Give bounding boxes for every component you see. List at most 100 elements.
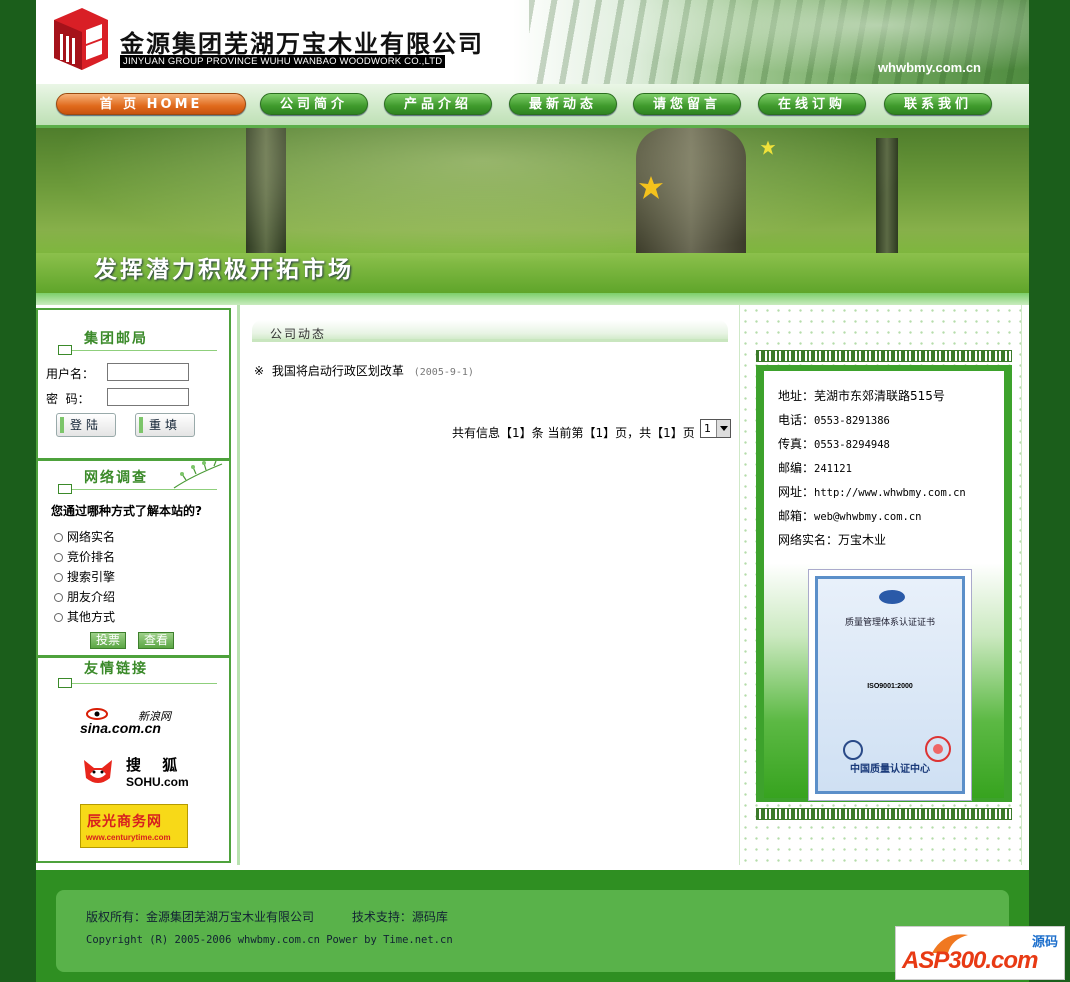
footer-panel: 版权所有：金源集团芜湖万宝木业有限公司 技术支持：源码库 Copyright (… (56, 890, 1009, 972)
radio-icon[interactable] (54, 553, 63, 562)
page: 金源集团芜湖万宝木业有限公司 JINYUAN GROUP PROVINCE WU… (36, 0, 1029, 982)
section-line (72, 350, 217, 351)
survey-option[interactable]: 其他方式 (54, 608, 115, 625)
fax-label: 传真： (778, 437, 815, 451)
news-item-date: (2005-9-1) (413, 367, 474, 378)
news-item-link[interactable]: 我国将启动行政区划改革 (272, 364, 404, 378)
phone-label: 电话： (778, 413, 815, 427)
survey-option[interactable]: 网络实名 (54, 528, 115, 545)
certificate-title: 质量管理体系认证证书 (844, 618, 935, 628)
news-column: 公司动态 ※ 我国将启动行政区划改革 (2005-9-1) 共有信息【1】条 当… (237, 305, 739, 865)
realname-label: 网络实名： (778, 533, 839, 547)
contact-panel: 地址：芜湖市东郊清联路515号 电话：0553-8291386 传真：0553-… (756, 365, 1012, 802)
certificate-standard: ISO9001:2000 (867, 683, 913, 690)
web-link[interactable]: http://www.whwbmy.com.cn (814, 487, 966, 499)
century-url-text: www.centurytime.com (86, 833, 171, 842)
greek-border-top (756, 350, 1012, 362)
web-label: 网址： (778, 485, 815, 499)
contact-zip: 邮编：241121 (778, 459, 852, 476)
section-line (72, 489, 217, 490)
sohu-fox-icon (84, 760, 112, 783)
phone-value: 0553-8291386 (814, 415, 890, 427)
chevron-down-icon[interactable] (716, 420, 730, 437)
asp300-cn-text: 源码 (1032, 935, 1059, 950)
view-results-button[interactable]: 查看 (138, 632, 174, 649)
username-label: 用户名： (46, 367, 95, 381)
radio-icon[interactable] (54, 533, 63, 542)
greek-border-bottom (756, 808, 1012, 820)
survey-option-label: 搜索引擎 (67, 570, 116, 584)
section-marker-icon (58, 678, 72, 688)
maple-leaf-icon (639, 176, 663, 199)
header-domain: whwbmy.com.cn (877, 60, 981, 75)
footer-copyright-en: Copyright (R) 2005-2006 whwbmy.com.cn Po… (86, 934, 453, 946)
login-button[interactable]: 登陆 (56, 413, 116, 437)
survey-option-label: 网络实名 (67, 530, 116, 544)
survey-option[interactable]: 朋友介绍 (54, 588, 115, 605)
realname-value: 万宝木业 (838, 533, 887, 547)
username-input[interactable] (107, 363, 189, 381)
nav-home[interactable]: 首 页 HOME (56, 93, 246, 115)
vine-leaf-icon (173, 460, 223, 489)
survey-option[interactable]: 搜索引擎 (54, 568, 115, 585)
company-logo-icon (54, 8, 108, 70)
reset-button[interactable]: 重填 (135, 413, 195, 437)
banner-forest-image: 发挥潜力积极开拓市场 (36, 128, 1029, 293)
mail-title: 集团邮局 (84, 331, 148, 347)
contact-fax: 传真：0553-8294948 (778, 435, 890, 452)
main-nav: 首 页 HOME 公司简介 产品介绍 最新动态 请您留言 在线订购 联系我们 (36, 84, 1029, 128)
section-line (72, 683, 217, 684)
certificate-issuer: 中国质量认证中心 (850, 764, 930, 775)
fax-value: 0553-8294948 (814, 439, 890, 451)
contact-email: 邮箱：web@whwbmy.com.cn (778, 507, 921, 524)
maple-leaf-icon (760, 140, 776, 155)
survey-option-label: 竞价排名 (67, 550, 116, 564)
nav-products[interactable]: 产品介绍 (384, 93, 492, 115)
nav-order[interactable]: 在线订购 (758, 93, 866, 115)
sina-cn-text: 新浪网 (138, 710, 171, 723)
news-bullet: ※ (254, 364, 265, 378)
company-name-cn: 金源集团芜湖万宝木业有限公司 (120, 30, 484, 58)
left-sidebar: 集团邮局 用户名： 密 码： 登陆 重填 网络调查 您通过哪种方式了解本站的? … (36, 308, 231, 863)
nav-about[interactable]: 公司简介 (260, 93, 368, 115)
contact-realname: 网络实名：万宝木业 (778, 531, 886, 548)
radio-icon[interactable] (54, 593, 63, 602)
site-header: 金源集团芜湖万宝木业有限公司 JINYUAN GROUP PROVINCE WU… (36, 0, 1029, 84)
contact-address: 地址：芜湖市东郊清联路515号 (778, 387, 945, 404)
site-footer: 版权所有：金源集团芜湖万宝木业有限公司 技术支持：源码库 Copyright (… (36, 870, 1029, 982)
survey-option[interactable]: 竞价排名 (54, 548, 115, 565)
survey-option-label: 朋友介绍 (67, 590, 116, 604)
certificate-image: 质量管理体系认证证书 ISO9001:2000 中国质量认证中心 (808, 569, 972, 801)
sohu-cn-text: 搜 狐 (126, 756, 186, 774)
section-marker-icon (58, 484, 72, 494)
contact-inner: 地址：芜湖市东郊清联路515号 电话：0553-8291386 传真：0553-… (764, 371, 1004, 801)
password-input[interactable] (107, 388, 189, 406)
links-title: 友情链接 (84, 661, 148, 677)
nav-message[interactable]: 请您留言 (633, 93, 741, 115)
century-link[interactable]: 辰光商务网 www.centurytime.com (80, 804, 188, 848)
page-select[interactable]: 1 (700, 419, 731, 438)
email-link[interactable]: web@whwbmy.com.cn (814, 511, 921, 523)
address-value: 芜湖市东郊清联路515号 (814, 389, 945, 403)
nav-contact[interactable]: 联系我们 (884, 93, 992, 115)
nav-news[interactable]: 最新动态 (509, 93, 617, 115)
footer-copyright: 版权所有：金源集团芜湖万宝木业有限公司 (86, 910, 315, 924)
radio-icon[interactable] (54, 613, 63, 622)
sohu-logo-text: SOHU.com (126, 775, 189, 789)
news-item[interactable]: ※ 我国将启动行政区划改革 (2005-9-1) (254, 362, 474, 379)
news-header: 公司动态 (252, 320, 728, 342)
survey-title: 网络调查 (84, 470, 148, 486)
vote-button[interactable]: 投票 (90, 632, 126, 649)
banner-bottom-band (36, 293, 1029, 305)
sohu-link[interactable]: 搜 狐 SOHU.com (80, 754, 190, 794)
sina-eye-icon (86, 708, 108, 720)
news-title: 公司动态 (270, 327, 327, 341)
survey-question: 您通过哪种方式了解本站的? (51, 504, 202, 518)
radio-icon[interactable] (54, 573, 63, 582)
zip-value: 241121 (814, 463, 852, 475)
address-label: 地址： (778, 389, 815, 403)
asp300-logo-text: ASP300.com (902, 947, 1038, 974)
footer-copyright-line: 版权所有：金源集团芜湖万宝木业有限公司 技术支持：源码库 (86, 908, 448, 925)
page-select-value: 1 (704, 422, 711, 435)
sina-link[interactable]: sina.com.cn 新浪网 (80, 704, 190, 740)
